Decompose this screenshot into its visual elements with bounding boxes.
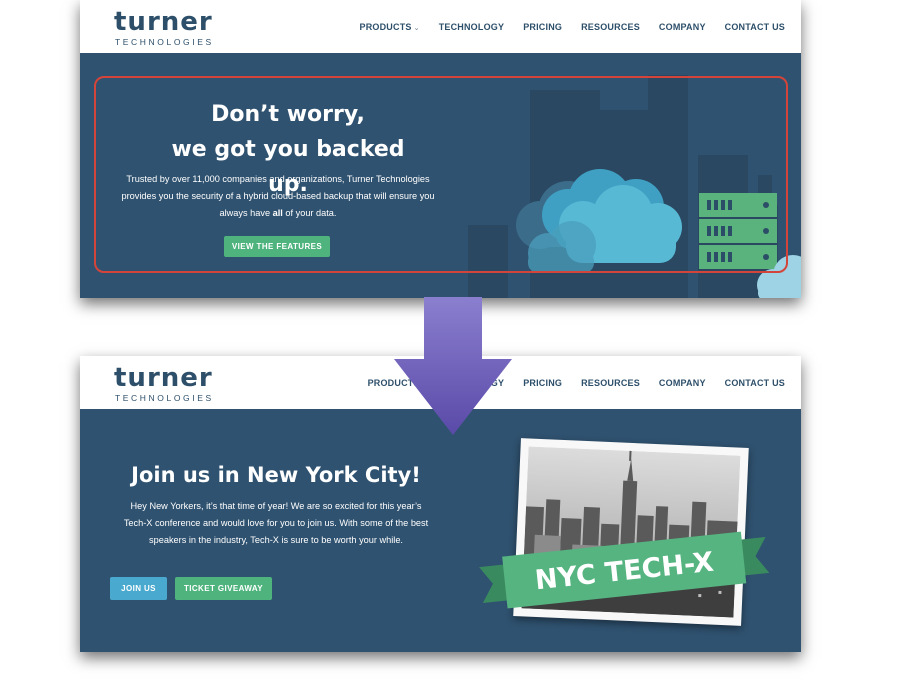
hero-section: Join us in New York City! Hey New Yorker… [80, 409, 801, 652]
logo-wordmark: turner [114, 7, 213, 37]
nav-item-contact-us[interactable]: CONTACT US [725, 22, 785, 32]
hero-description: Hey New Yorkers, it’s that time of year!… [96, 498, 456, 549]
hero-description-line-3: speakers in the industry, Tech-X is sure… [149, 535, 403, 545]
logo-subtitle: TECHNOLOGIES [115, 37, 214, 47]
nav-item-company[interactable]: COMPANY [659, 378, 706, 388]
nav-item-company[interactable]: COMPANY [659, 22, 706, 32]
nav-menu: PRODUCTS ⌄ TECHNOLOGY PRICING RESOURCES C… [360, 22, 786, 32]
down-arrow-icon [394, 297, 512, 435]
nav-item-technology[interactable]: TECHNOLOGY [439, 22, 505, 32]
logo-wordmark: turner [114, 363, 213, 393]
nav-item-pricing[interactable]: PRICING [523, 22, 562, 32]
join-us-button[interactable]: JOIN US [110, 577, 167, 600]
chevron-down-icon: ⌄ [413, 25, 420, 32]
before-screenshot: turner TECHNOLOGIES PRODUCTS ⌄ TECHNOLOGY… [80, 0, 801, 298]
top-nav: turner TECHNOLOGIES PRODUCTS ⌄ TECHNOLOGY… [80, 0, 801, 53]
highlight-box [94, 76, 788, 273]
ticket-giveaway-button[interactable]: TICKET GIVEAWAY [175, 577, 272, 600]
nav-item-resources[interactable]: RESOURCES [581, 22, 640, 32]
logo[interactable]: turner TECHNOLOGIES [114, 364, 214, 403]
logo-subtitle: TECHNOLOGIES [115, 393, 214, 403]
nav-item-resources[interactable]: RESOURCES [581, 378, 640, 388]
nav-item-pricing[interactable]: PRICING [523, 378, 562, 388]
nav-item-products[interactable]: PRODUCTS ⌄ [360, 22, 420, 32]
logo[interactable]: turner TECHNOLOGIES [114, 8, 214, 47]
hero-description-line-1: Hey New Yorkers, it’s that time of year!… [130, 501, 422, 511]
nav-item-contact-us[interactable]: CONTACT US [725, 378, 785, 388]
hero-title: Join us in New York City! [131, 463, 421, 487]
hero-description-line-2: Tech-X conference and would love for you… [123, 518, 429, 528]
nyc-tech-x-banner: NYC TECH-X [479, 531, 770, 609]
